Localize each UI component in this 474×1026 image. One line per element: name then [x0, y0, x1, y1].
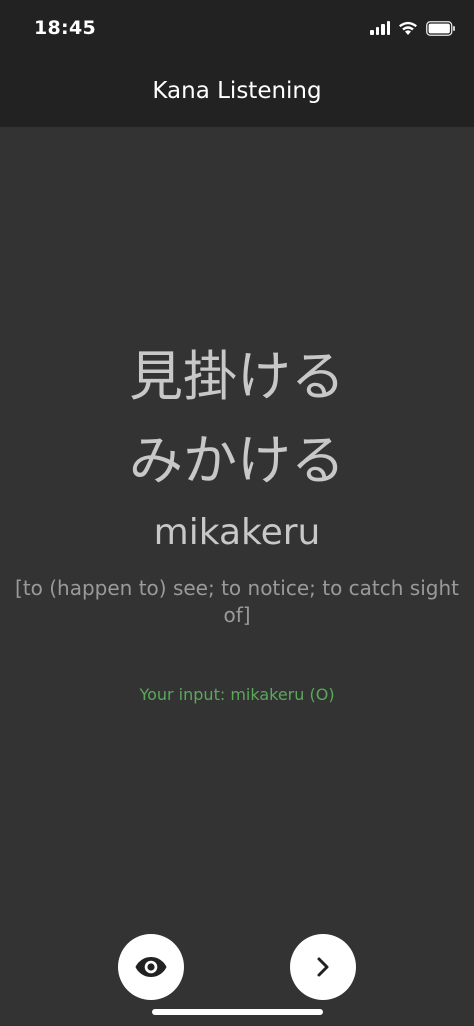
battery-icon — [426, 20, 455, 36]
status-bar: 18:45 — [0, 0, 474, 56]
chevron-right-icon — [317, 957, 329, 977]
kana-text: みかける — [129, 429, 345, 492]
flashcard: 見掛ける みかける mikakeru [to (happen to) see; … — [0, 127, 474, 1026]
screen: 18:45 Kana Listening 見掛ける みかける mikakeru … — [0, 0, 474, 1026]
reveal-button[interactable] — [118, 934, 184, 1000]
page-title: Kana Listening — [152, 78, 322, 104]
input-result: Your input: mikakeru (O) — [139, 685, 335, 704]
eye-icon — [135, 957, 167, 977]
next-button[interactable] — [290, 934, 356, 1000]
kanji-text: 見掛ける — [129, 345, 345, 408]
romaji-text: mikakeru — [153, 512, 321, 553]
status-icons — [370, 18, 456, 38]
meaning-text: [to (happen to) see; to notice; to catch… — [15, 576, 459, 627]
wifi-icon — [399, 21, 417, 35]
home-indicator[interactable] — [152, 1009, 323, 1015]
status-time: 18:45 — [34, 17, 96, 39]
signal-icon — [370, 21, 390, 35]
nav-bar: Kana Listening — [0, 56, 474, 127]
